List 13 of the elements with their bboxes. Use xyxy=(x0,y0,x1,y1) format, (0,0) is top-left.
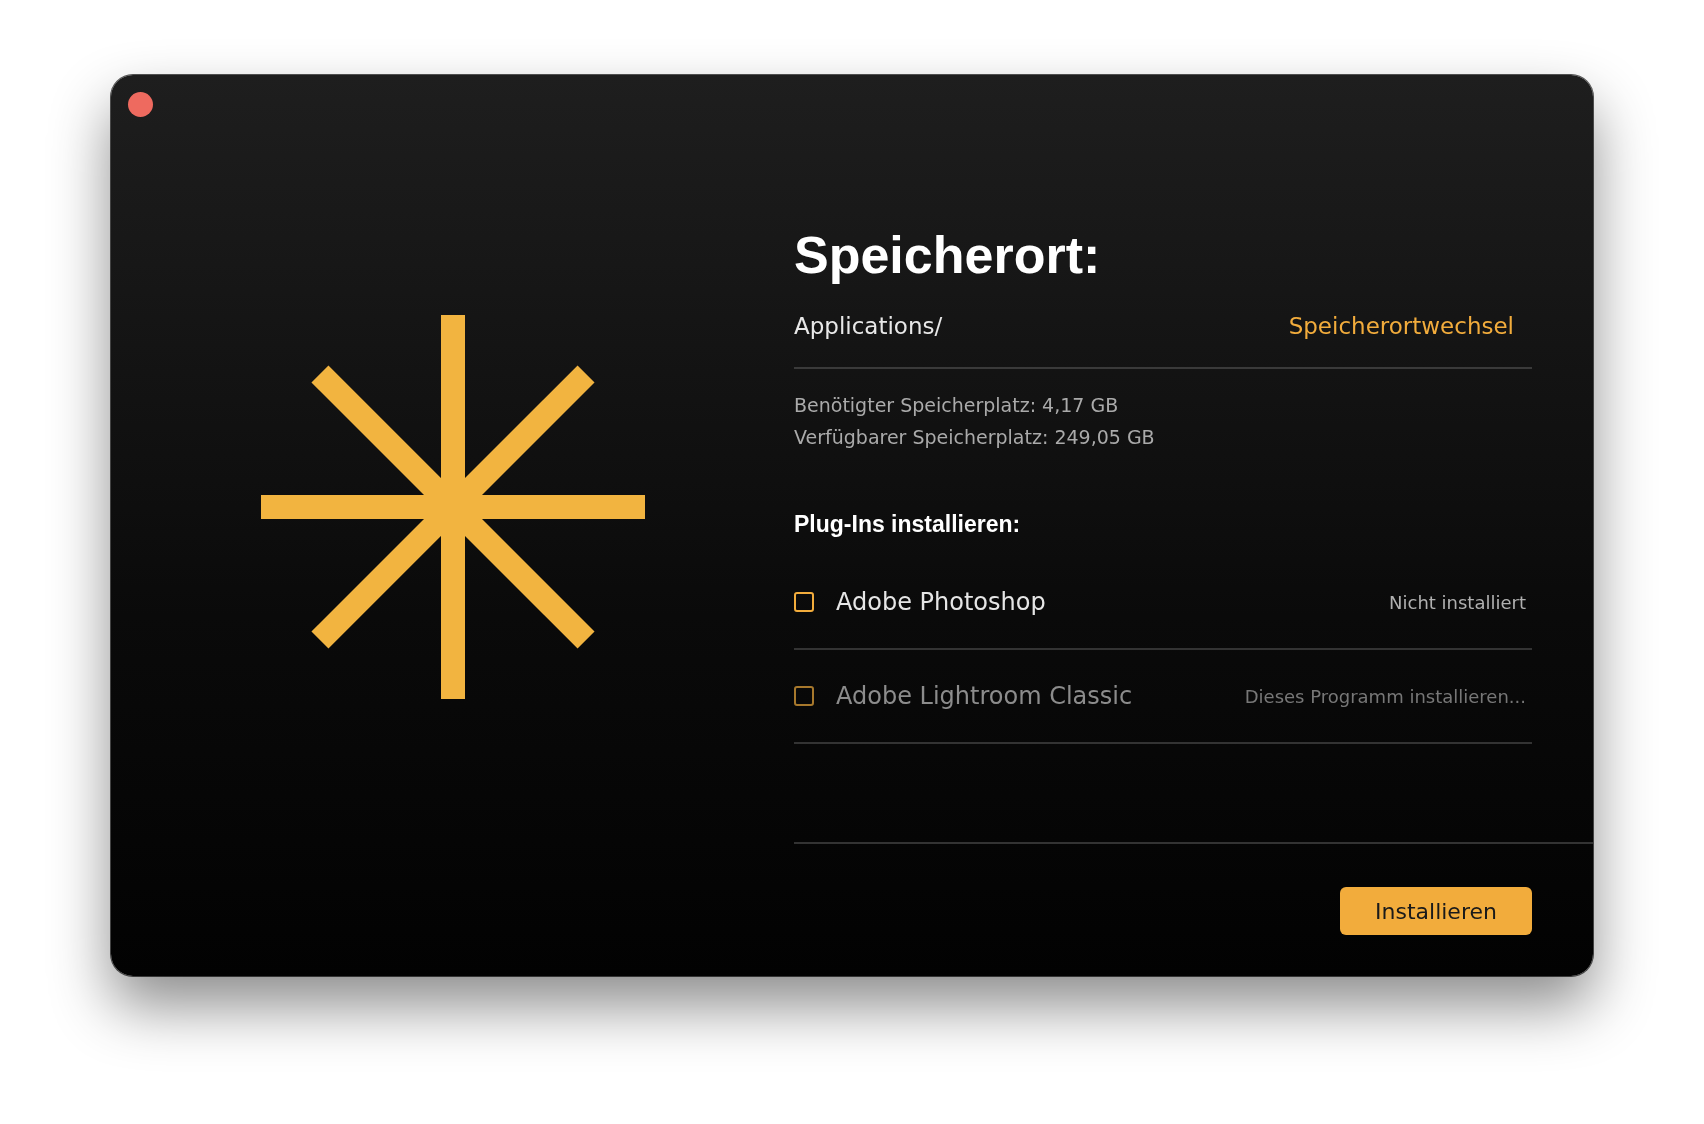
plugin-status: Dieses Programm installieren... xyxy=(1244,685,1526,707)
storage-info: Benötigter Speicherplatz: 4,17 GB xyxy=(794,393,1120,418)
plugin-status: Nicht installiert xyxy=(1389,591,1526,613)
checkbox[interactable] xyxy=(794,592,814,612)
close-button[interactable] xyxy=(128,92,153,117)
location-title: Speicherort: xyxy=(794,225,1102,285)
plugins-heading: Plug-Ins installieren: xyxy=(794,511,1022,538)
plugin-name: Adobe Photoshop xyxy=(836,588,1047,616)
install-button[interactable]: Installieren xyxy=(1340,887,1532,935)
plugin-name: Adobe Lightroom Classic xyxy=(836,682,1134,710)
change-location-link[interactable]: Speicherortwechsel xyxy=(1288,313,1514,339)
install-path: Applications/ xyxy=(794,313,943,339)
storage-info: Verfügbarer Speicherplatz: 249,05 GB xyxy=(794,425,1156,450)
